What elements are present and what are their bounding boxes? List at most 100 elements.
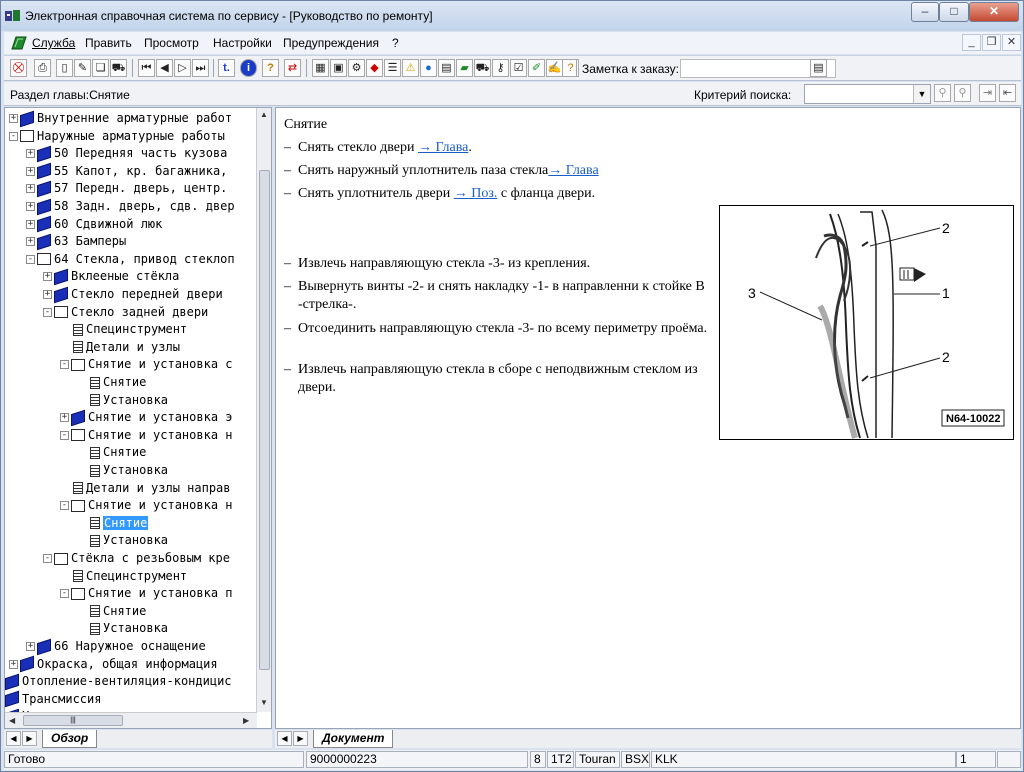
mdi-restore-button[interactable]: ❐ bbox=[982, 34, 1001, 51]
tree-node[interactable]: Установка bbox=[90, 392, 168, 410]
expand-icon[interactable]: + bbox=[60, 413, 69, 423]
tree-node[interactable]: Специнструмент bbox=[73, 568, 187, 586]
tool-9-button[interactable]: ▰ bbox=[456, 59, 473, 77]
exit-button[interactable]: ⛒ bbox=[10, 59, 27, 77]
tree-node[interactable]: Установка bbox=[90, 620, 168, 638]
collapse-icon[interactable]: - bbox=[60, 501, 69, 511]
tree-node[interactable]: - Снятие и установка н bbox=[60, 427, 233, 445]
collapse-icon[interactable]: - bbox=[60, 589, 69, 599]
tree-node[interactable]: - Наружные арматурные работы bbox=[9, 128, 225, 146]
collapse-button[interactable]: ⇤ bbox=[999, 84, 1016, 102]
expand-icon[interactable]: + bbox=[9, 114, 18, 123]
app-menu-icon[interactable] bbox=[10, 35, 28, 51]
collapse-icon[interactable]: - bbox=[43, 554, 52, 563]
tree-node[interactable]: +66 Наружное оснащение bbox=[26, 638, 206, 656]
collapse-icon[interactable]: - bbox=[60, 360, 69, 370]
swap-button[interactable]: ⇄ bbox=[284, 59, 301, 77]
tree-node[interactable]: + Внутренние арматурные работ bbox=[9, 110, 232, 128]
tab-next-button[interactable]: ▶ bbox=[293, 731, 308, 746]
menu-warnings[interactable]: Предупреждения bbox=[283, 36, 379, 50]
tree-node[interactable]: - Стёкла с резьбовым кре bbox=[43, 550, 230, 568]
chevron-down-icon[interactable]: ▼ bbox=[913, 85, 930, 103]
t-button[interactable]: t. bbox=[218, 59, 235, 77]
expand-icon[interactable]: + bbox=[43, 290, 52, 299]
tree-node[interactable]: +60 Сдвижной люк bbox=[26, 215, 162, 234]
search-next-button[interactable]: ⚲ bbox=[954, 84, 971, 102]
menu-help[interactable]: ? bbox=[392, 36, 399, 50]
help-button[interactable]: ? bbox=[262, 59, 279, 77]
collapse-icon[interactable]: - bbox=[26, 254, 35, 264]
expand-icon[interactable]: + bbox=[26, 202, 35, 211]
expand-icon[interactable]: + bbox=[26, 149, 35, 159]
scroll-left-icon[interactable]: ◀ bbox=[9, 716, 15, 725]
tool-1-button[interactable]: ▦ bbox=[312, 59, 329, 77]
tree-node[interactable]: Установка bbox=[90, 532, 168, 550]
next-button[interactable]: ▷ bbox=[174, 59, 191, 77]
tree-node[interactable]: + Стекло передней двери bbox=[43, 286, 223, 304]
tree-node[interactable]: + Окраска, общая информация bbox=[9, 655, 218, 674]
prev-button[interactable]: ◀ bbox=[156, 59, 173, 77]
scroll-down-icon[interactable]: ▼ bbox=[260, 698, 268, 707]
expand-icon[interactable]: + bbox=[26, 219, 35, 229]
tab-overview[interactable]: Обзор bbox=[42, 730, 98, 748]
position-link[interactable]: → Поз. bbox=[454, 186, 498, 201]
pages-button[interactable]: ❏ bbox=[92, 59, 109, 77]
scroll-right-icon[interactable]: ▶ bbox=[243, 716, 249, 725]
tool-14-button[interactable]: ✍ bbox=[546, 59, 563, 77]
menu-edit[interactable]: Править bbox=[85, 36, 132, 50]
tool-13-button[interactable]: ✐ bbox=[528, 59, 545, 77]
close-button[interactable]: ✕ bbox=[969, 2, 1019, 22]
tool-12-button[interactable]: ☑ bbox=[510, 59, 527, 77]
tree-node[interactable]: Снятие bbox=[90, 515, 149, 533]
tree-horizontal-scrollbar[interactable]: ◀ ||| ▶ bbox=[5, 712, 257, 728]
expand-icon[interactable]: + bbox=[26, 184, 35, 194]
expand-icon[interactable]: + bbox=[26, 237, 35, 247]
tree-node[interactable]: Специнструмент bbox=[73, 321, 187, 339]
tree-node[interactable]: - Снятие и установка н bbox=[60, 497, 233, 515]
collapse-icon[interactable]: - bbox=[43, 307, 52, 317]
last-button[interactable]: ⏭ bbox=[192, 59, 209, 77]
note-edit-button[interactable]: ▤ bbox=[810, 59, 827, 77]
expand-icon[interactable]: + bbox=[9, 659, 18, 669]
new-doc-button[interactable]: ▯ bbox=[56, 59, 73, 77]
tree-node[interactable]: +63 Бамперы bbox=[26, 233, 126, 251]
tree-node[interactable]: +50 Передняя часть кузова bbox=[26, 145, 227, 163]
tool-5-button[interactable]: ☰ bbox=[384, 59, 401, 77]
mdi-close-button[interactable]: ✕ bbox=[1002, 34, 1021, 51]
tool-10-button[interactable]: ⛟ bbox=[474, 59, 491, 77]
tree-node[interactable]: - Снятие и установка с bbox=[60, 356, 233, 374]
edit-doc-button[interactable]: ✎ bbox=[74, 59, 91, 77]
minimize-button[interactable]: – bbox=[911, 2, 939, 22]
tree-vertical-scrollbar[interactable]: ▲ ▼ bbox=[256, 108, 271, 712]
car-button[interactable]: ⛟ bbox=[110, 59, 127, 77]
tree-node[interactable]: Снятие bbox=[90, 444, 146, 462]
tree-vertical-scroll-thumb[interactable] bbox=[259, 170, 270, 670]
expand-button[interactable]: ⇥ bbox=[979, 84, 996, 102]
tab-prev-button[interactable]: ◀ bbox=[6, 731, 21, 746]
tree-node[interactable]: - 64 Стекла, привод стеклоп bbox=[26, 251, 235, 269]
tool-11-button[interactable]: ⚷ bbox=[492, 59, 509, 77]
tree-node[interactable]: +57 Передн. дверь, центр. bbox=[26, 180, 227, 198]
tree-horizontal-scroll-thumb[interactable]: ||| bbox=[23, 715, 123, 726]
search-button[interactable]: ⚲ bbox=[934, 84, 951, 102]
chapter-link[interactable]: → Глава bbox=[418, 140, 468, 155]
tool-8-button[interactable]: ▤ bbox=[438, 59, 455, 77]
first-button[interactable]: ⏮ bbox=[138, 59, 155, 77]
tool-6-button[interactable]: ⚠ bbox=[402, 59, 419, 77]
tree-node[interactable]: - Снятие и установка п bbox=[60, 585, 233, 603]
maximize-button[interactable]: □ bbox=[939, 2, 969, 22]
print-button[interactable]: ⎙ bbox=[34, 59, 51, 77]
collapse-icon[interactable]: - bbox=[9, 131, 18, 141]
expand-icon[interactable]: + bbox=[26, 642, 35, 651]
menu-settings[interactable]: Настройки bbox=[213, 36, 272, 50]
chapter-link[interactable]: → Глава bbox=[548, 163, 598, 178]
scroll-up-icon[interactable]: ▲ bbox=[260, 110, 268, 119]
tree-node[interactable]: Трансмиссия bbox=[5, 691, 101, 709]
tree-node[interactable]: +58 Задн. дверь, сдв. двер bbox=[26, 198, 235, 216]
tree-node[interactable]: Детали и узлы bbox=[73, 339, 180, 357]
tool-2-button[interactable]: ▣ bbox=[330, 59, 347, 77]
expand-icon[interactable]: + bbox=[26, 166, 35, 176]
tree-node[interactable]: Снятие bbox=[90, 374, 146, 392]
mdi-minimize-button[interactable]: _ bbox=[962, 34, 981, 51]
tool-7-button[interactable]: ● bbox=[420, 59, 437, 77]
